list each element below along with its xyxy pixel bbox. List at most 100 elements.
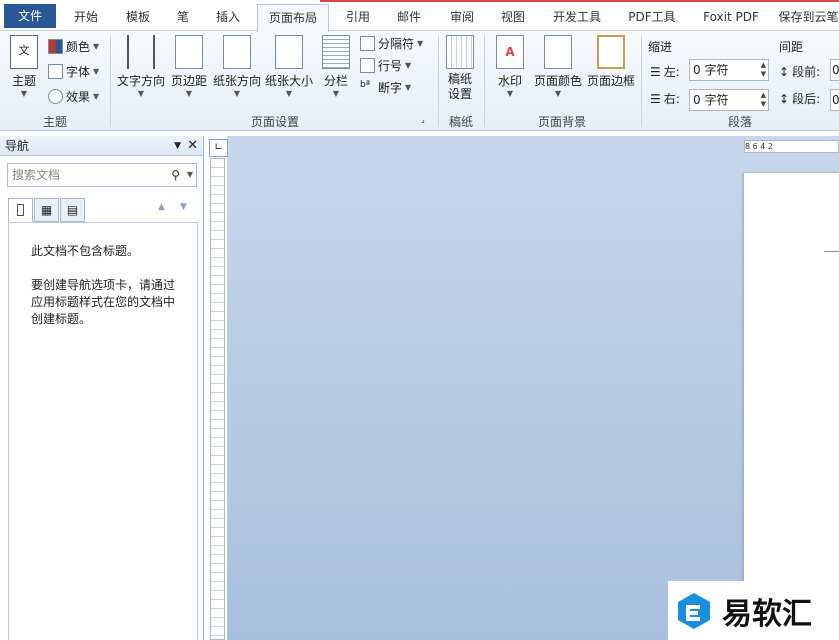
- headings-icon: [17, 204, 24, 216]
- ribbon-tab-bar: 文件 开始 模板 笔 插入 页面布局 引用 邮件 审阅 视图 开发工具 PDF工…: [0, 0, 839, 32]
- navigation-pane: 导航 ▼ ✕ 搜索文档 ⚲ ▼ ▦ ▤ ▲ ▼ 此文档不包含标题。 要创建导航选…: [0, 136, 204, 640]
- indent-right-label: ☰ 右:: [650, 91, 680, 107]
- tab-save-cloud[interactable]: 保存到云笔: [778, 6, 839, 31]
- group-label-paragraph: 段落: [727, 115, 752, 129]
- theme-effects-button[interactable]: 效果 ▼: [48, 88, 99, 105]
- tab-pages[interactable]: ▦: [34, 198, 59, 222]
- results-list-icon: ▤: [66, 203, 79, 217]
- theme-colors-button[interactable]: 颜色 ▼: [48, 38, 99, 55]
- tab-templates[interactable]: 模板: [116, 6, 160, 31]
- draft-paper-icon: [446, 35, 474, 69]
- tab-results[interactable]: ▤: [60, 198, 85, 222]
- hyphenation-icon: bª: [360, 80, 370, 90]
- indent-label: 缩进: [648, 40, 673, 54]
- hyphenation-button[interactable]: bª 断字 ▼: [360, 79, 411, 96]
- columns-button[interactable]: 分栏 ▼: [320, 35, 352, 98]
- indent-right-icon: ☰: [650, 91, 661, 106]
- theme-fonts-button[interactable]: 字体 ▼: [48, 63, 99, 80]
- group-label-background: 页面背景: [537, 115, 586, 129]
- orientation-button[interactable]: 纸张方向 ▼: [212, 35, 262, 98]
- indent-right-input[interactable]: 0 字符 ▲ ▼: [689, 89, 769, 111]
- effects-icon: [48, 89, 63, 104]
- tab-insert[interactable]: 插入: [206, 6, 250, 31]
- tab-file[interactable]: 文件: [4, 4, 56, 28]
- close-icon[interactable]: ✕: [187, 136, 198, 156]
- theme-button[interactable]: 文 主题 ▼: [6, 35, 42, 98]
- navigation-title: 导航: [5, 139, 30, 153]
- previous-arrow-icon[interactable]: ▲: [158, 202, 165, 212]
- chevron-down-icon: ▼: [137, 89, 145, 98]
- margins-button[interactable]: 页边距 ▼: [169, 35, 209, 98]
- spacing-before-input[interactable]: 0: [830, 59, 839, 81]
- indent-left-input[interactable]: 0 字符 ▲ ▼: [689, 59, 769, 81]
- navigation-tabs: ▦ ▤ ▲ ▼: [8, 198, 196, 222]
- indent-left-label: ☰ 左:: [650, 64, 680, 80]
- chevron-down-icon: ▼: [417, 39, 424, 48]
- tab-stop-selector[interactable]: ∟: [209, 139, 228, 157]
- spinner-arrows-icon[interactable]: ▲ ▼: [761, 61, 766, 79]
- chevron-down-icon: ▼: [405, 83, 412, 92]
- document-page[interactable]: [744, 173, 839, 640]
- navigation-pane-header: 导航 ▼ ✕: [0, 136, 203, 156]
- spacing-after-input[interactable]: 0: [830, 89, 839, 111]
- tab-foxit-pdf[interactable]: Foxit PDF: [694, 6, 768, 31]
- page-size-button[interactable]: 纸张大小 ▼: [264, 35, 314, 98]
- chevron-down-icon: ▼: [506, 89, 514, 98]
- spinner-arrows-icon[interactable]: ▲ ▼: [761, 91, 766, 109]
- tab-page-layout[interactable]: 页面布局: [257, 4, 329, 32]
- search-icon[interactable]: ⚲: [171, 164, 180, 186]
- spacing-after-icon: ↕: [779, 91, 790, 106]
- logo-icon: [678, 592, 710, 629]
- spacing-before-icon: ↕: [779, 64, 790, 79]
- watermark-icon: A: [496, 35, 524, 69]
- breaks-icon: [360, 36, 375, 51]
- vertical-ruler[interactable]: [210, 158, 225, 640]
- chevron-down-icon: ▼: [332, 89, 340, 98]
- line-numbers-icon: [360, 58, 375, 73]
- chevron-down-icon: ▼: [20, 89, 28, 98]
- spacing-after-label: ↕ 段后:: [779, 91, 821, 107]
- site-watermark: 易软汇: [668, 581, 839, 640]
- next-arrow-icon[interactable]: ▼: [180, 202, 187, 212]
- title-accent-line: [320, 0, 839, 2]
- breaks-button[interactable]: 分隔符 ▼: [360, 35, 423, 52]
- chevron-down-icon: ▼: [93, 67, 100, 76]
- navigation-content: 此文档不包含标题。 要创建导航选项卡，请通过应用标题样式在您的文档中创建标题。: [8, 222, 198, 640]
- page-color-button[interactable]: 页面颜色 ▼: [532, 35, 584, 98]
- tab-developer[interactable]: 开发工具: [545, 6, 609, 31]
- chevron-down-icon: ▼: [233, 89, 241, 98]
- chevron-down-icon[interactable]: ▼: [187, 164, 193, 186]
- draft-settings-button[interactable]: 稿纸 设置: [442, 35, 478, 102]
- margin-marker: [824, 251, 839, 252]
- margins-icon: [175, 35, 203, 69]
- tab-review[interactable]: 审阅: [440, 6, 484, 31]
- text-direction-icon: [127, 35, 155, 69]
- text-direction-button[interactable]: 文字方向 ▼: [116, 35, 166, 98]
- group-label-page-setup: 页面设置: [250, 115, 299, 129]
- page-border-button[interactable]: 页面边框: [586, 35, 636, 89]
- empty-title: 此文档不包含标题。: [31, 244, 140, 258]
- page-border-icon: [597, 35, 625, 69]
- chevron-down-icon: ▼: [285, 89, 293, 98]
- tab-pdf-tools[interactable]: PDF工具: [620, 6, 684, 31]
- tab-references[interactable]: 引用: [336, 6, 380, 31]
- palette-icon: [48, 39, 63, 54]
- line-numbers-button[interactable]: 行号 ▼: [360, 57, 411, 74]
- horizontal-ruler[interactable]: 8 6 4 2: [744, 140, 839, 153]
- paint-bucket-icon: [544, 35, 572, 69]
- group-label-theme: 主题: [42, 115, 67, 129]
- tab-pen[interactable]: 笔: [168, 6, 198, 31]
- pages-grid-icon: ▦: [40, 203, 53, 217]
- page-size-icon: [275, 35, 303, 69]
- dialog-launcher-icon[interactable]: ⌟: [421, 115, 425, 124]
- watermark-button[interactable]: A 水印 ▼: [494, 35, 526, 98]
- tab-headings[interactable]: [8, 198, 33, 222]
- group-label-draft: 稿纸: [448, 115, 473, 129]
- indent-left-icon: ☰: [650, 64, 661, 79]
- tab-view[interactable]: 视图: [491, 6, 535, 31]
- search-input[interactable]: 搜索文档 ⚲ ▼: [7, 163, 197, 187]
- tab-home[interactable]: 开始: [64, 6, 108, 31]
- ribbon-page-layout: 文 主题 ▼ 颜色 ▼ 字体 ▼ 效果 ▼ 主题 文字方向 ▼ 页边距 ▼ 纸张方向 …: [0, 31, 839, 131]
- pane-options-icon[interactable]: ▼: [174, 136, 181, 156]
- tab-mailings[interactable]: 邮件: [387, 6, 431, 31]
